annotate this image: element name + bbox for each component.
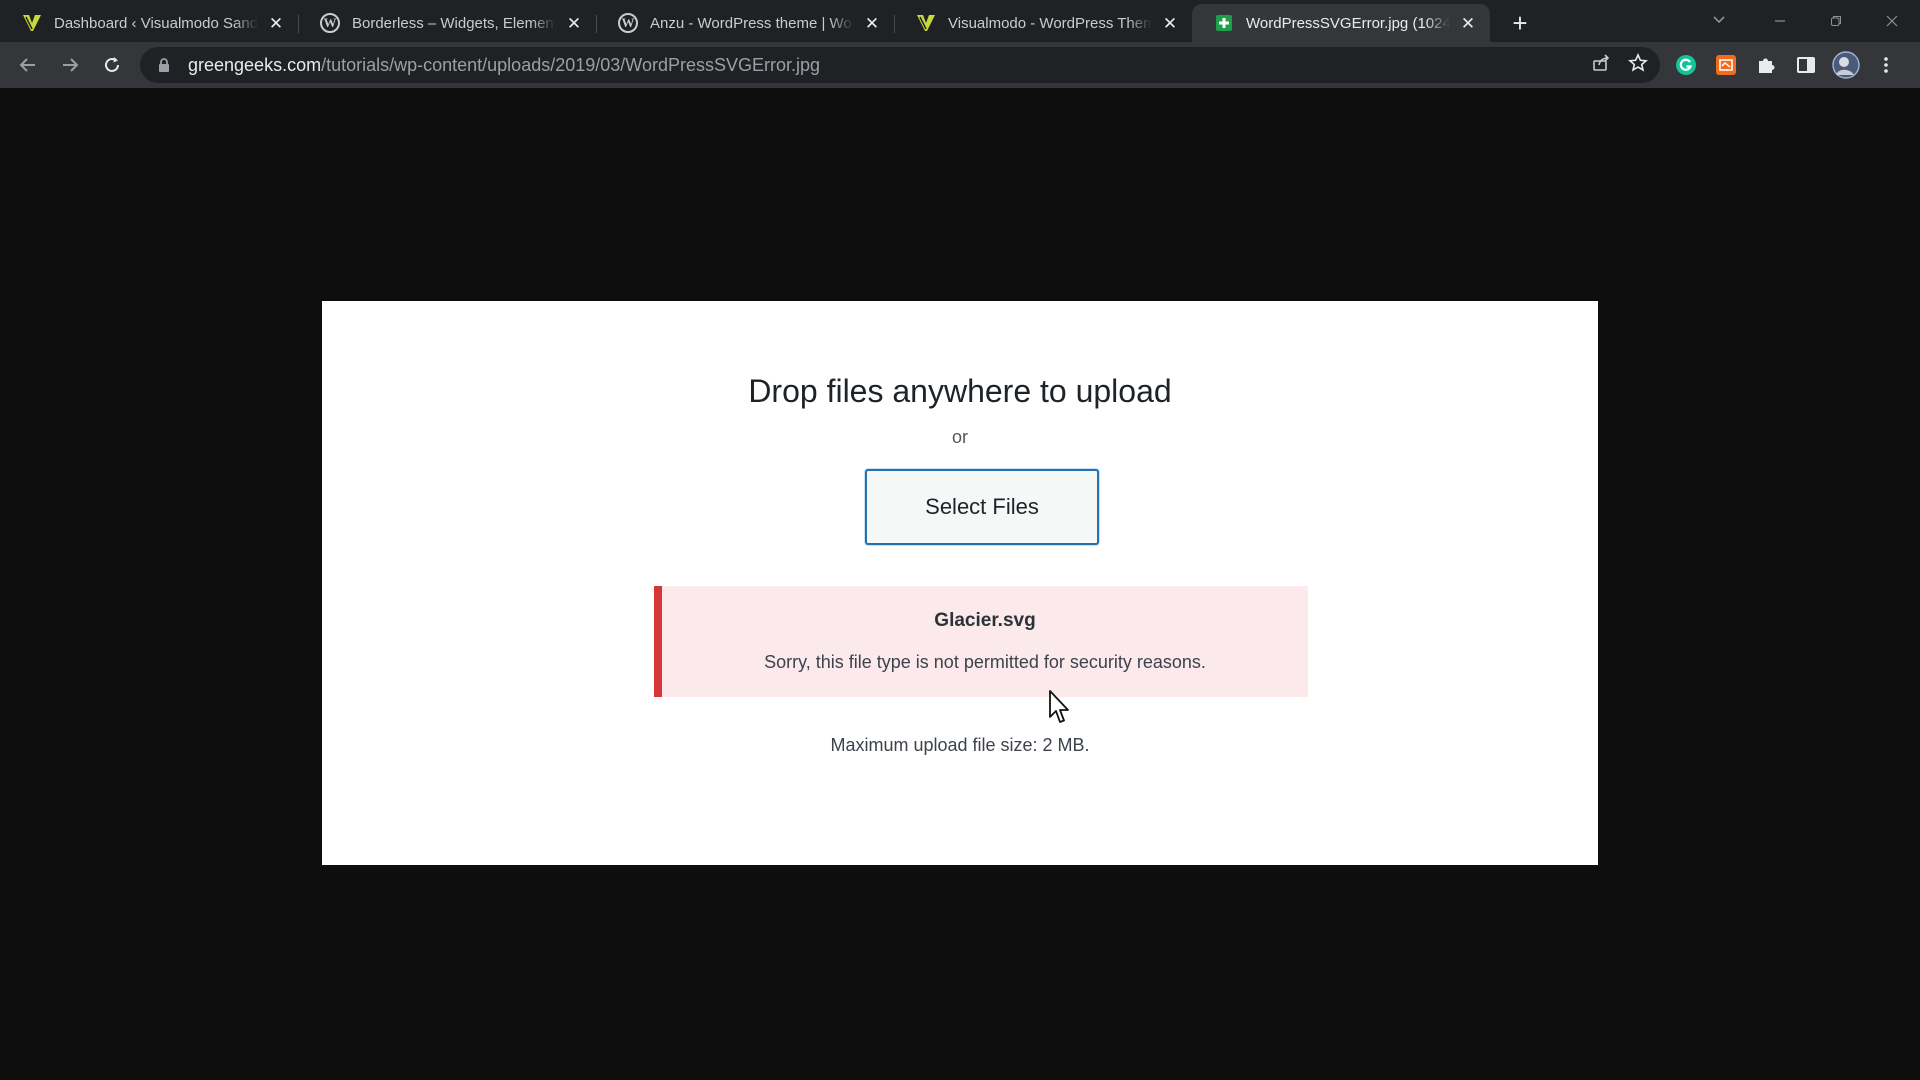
reload-icon (105, 57, 119, 72)
puzzle-extensions-icon[interactable] (1752, 51, 1780, 79)
mouse-cursor-icon (1049, 690, 1069, 723)
orange-extension-icon[interactable] (1712, 51, 1740, 79)
address-bar[interactable]: greengeeks.com/tutorials/wp-content/uplo… (140, 47, 1660, 83)
select-files-button[interactable]: Select Files (865, 469, 1099, 545)
new-tab-button[interactable]: + (1502, 5, 1538, 41)
tab-strip: Dashboard ‹ Visualmodo Sandbox ✕ W Borde… (0, 0, 1920, 42)
tab-title: Anzu - WordPress theme | WordPress (650, 14, 854, 32)
grammarly-icon[interactable] (1672, 51, 1700, 79)
tab-title: WordPressSVGError.jpg (1024×451) (1246, 14, 1450, 32)
forward-arrow-icon (63, 58, 79, 72)
bookmark-star-icon[interactable] (1628, 52, 1648, 78)
tab-title: Borderless – Widgets, Elements, Template… (352, 14, 556, 32)
error-message: Sorry, this file type is not permitted f… (764, 652, 1206, 672)
url-text[interactable]: greengeeks.com/tutorials/wp-content/uplo… (188, 55, 820, 76)
tab-anzu[interactable]: W Anzu - WordPress theme | WordPress ✕ (596, 4, 894, 42)
error-filename: Glacier.svg (934, 610, 1036, 631)
url-path: /tutorials/wp-content/uploads/2019/03/Wo… (321, 54, 821, 75)
max-upload-size-text: Maximum upload file size: 2 MB. (830, 735, 1090, 755)
close-icon[interactable]: ✕ (862, 13, 882, 33)
back-arrow-icon (19, 58, 35, 72)
wordpress-logo-icon: W (618, 13, 638, 33)
reload-button[interactable] (92, 45, 132, 85)
menu-kebab-icon[interactable] (1872, 51, 1900, 79)
close-icon[interactable]: ✕ (266, 13, 286, 33)
tab-borderless[interactable]: W Borderless – Widgets, Elements, Templa… (298, 4, 596, 42)
close-icon[interactable]: ✕ (1458, 13, 1478, 33)
url-host: greengeeks.com (188, 54, 322, 75)
tab-dashboard[interactable]: Dashboard ‹ Visualmodo Sandbox ✕ (0, 4, 298, 42)
tab-title: Visualmodo - WordPress Themes (948, 14, 1152, 32)
lock-icon[interactable] (154, 55, 174, 75)
forward-button[interactable] (50, 45, 90, 85)
tab-title: Dashboard ‹ Visualmodo Sandbox (54, 14, 258, 32)
visualmodo-logo-icon (22, 13, 42, 33)
visualmodo-logo-icon (916, 13, 936, 33)
close-icon[interactable]: ✕ (1160, 13, 1180, 33)
upload-error-notice: Glacier.svg Sorry, this file type is not… (654, 586, 1308, 697)
back-button[interactable] (8, 45, 48, 85)
wordpress-logo-icon: W (320, 13, 340, 33)
window-controls (1752, 0, 1920, 42)
tab-visualmodo[interactable]: Visualmodo - WordPress Themes ✕ (894, 4, 1192, 42)
share-icon[interactable] (1592, 53, 1610, 77)
side-panel-icon[interactable] (1792, 51, 1820, 79)
green-plus-image-icon (1214, 13, 1234, 33)
displayed-image: Drop files anywhere to upload or Select … (322, 301, 1598, 865)
tab-search-icon[interactable] (1704, 8, 1734, 32)
browser-toolbar: greengeeks.com/tutorials/wp-content/uplo… (0, 42, 1920, 88)
close-icon[interactable]: ✕ (564, 13, 584, 33)
upload-or-text: or (951, 427, 968, 447)
restore-icon[interactable] (1808, 0, 1864, 42)
minimize-icon[interactable] (1752, 0, 1808, 42)
image-viewer: Drop files anywhere to upload or Select … (0, 88, 1920, 1080)
tab-wordpress-svg-error[interactable]: WordPressSVGError.jpg (1024×451) ✕ (1192, 4, 1490, 42)
profile-avatar[interactable] (1832, 51, 1860, 79)
close-window-icon[interactable] (1864, 0, 1920, 42)
extensions-area (1672, 42, 1900, 88)
upload-instructions-title: Drop files anywhere to upload (748, 373, 1172, 409)
